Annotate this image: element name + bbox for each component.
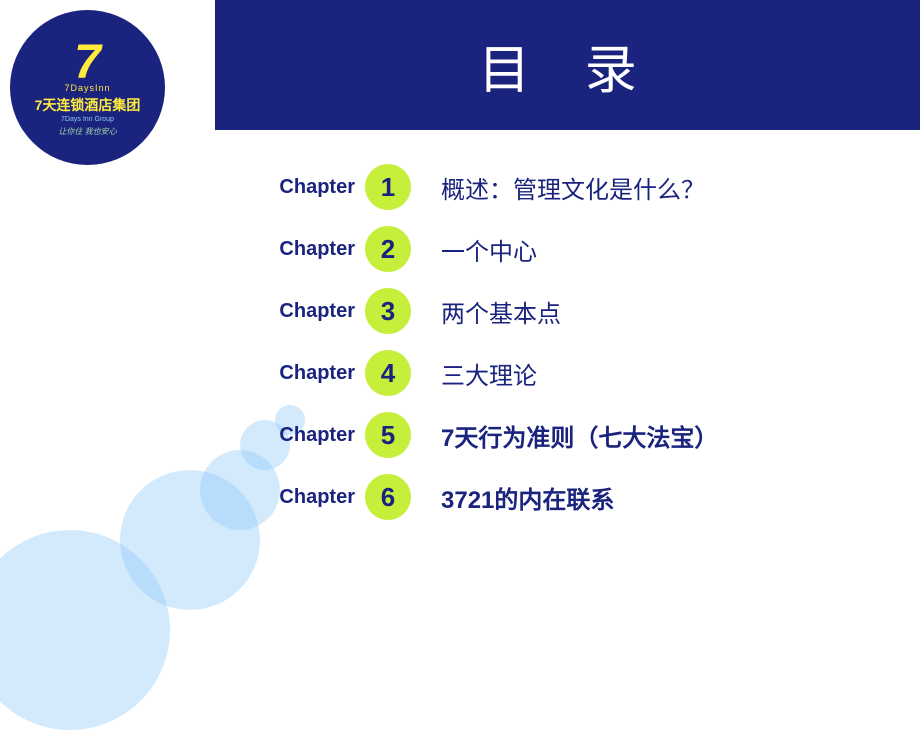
chapter-list: Chapter 1 概述：管理文化是什么？ Chapter 2 一个中心 Chapter 3两…	[255, 160, 880, 524]
chapter-text-5: 7天行为准则（七大法宝）	[441, 418, 718, 453]
logo-circle: 7 7DaysInn 7天连锁酒店集团 7Days Inn Group 让你住 …	[10, 10, 165, 165]
chapter-number-2: 2	[365, 226, 411, 272]
deco-circle-1	[0, 530, 170, 730]
chapter-text-2: 一个中心	[441, 232, 537, 267]
chapter-row-2: Chapter 2 一个中心	[255, 222, 880, 276]
chapter-number-1: 1	[365, 164, 411, 210]
chapter-number-6: 6	[365, 474, 411, 520]
chapter-row-6: Chapter 6 3721的内在联系	[255, 470, 880, 524]
logo-area: 7 7DaysInn 7天连锁酒店集团 7Days Inn Group 让你住 …	[10, 10, 170, 170]
chapter-label-1: Chapter	[255, 176, 355, 199]
header-title: 目 录	[478, 28, 656, 103]
logo-chinese-name: 7天连锁酒店集团	[35, 95, 141, 115]
chapter-row-1: Chapter 1 概述：管理文化是什么？	[255, 160, 880, 214]
chapter-text-4: 三大理论	[441, 356, 537, 391]
chapter-label-2: Chapter	[255, 238, 355, 261]
chapter-label-3: Chapter	[255, 300, 355, 323]
chapter-row-5: Chapter 5 7天行为准则（七大法宝）	[255, 408, 880, 462]
chapter-text-6: 3721的内在联系	[441, 480, 614, 515]
chapter-text-1: 概述：管理文化是什么？	[441, 170, 705, 205]
chapter-label-6: Chapter	[255, 486, 355, 509]
content-area: Chapter 1 概述：管理文化是什么？ Chapter 2 一个中心 Chapter 3两…	[215, 130, 920, 690]
chapter-label-4: Chapter	[255, 362, 355, 385]
logo-seven-number: 7	[74, 39, 101, 87]
chapter-label-5: Chapter	[255, 424, 355, 447]
chapter-row-3: Chapter 3 两个基本点	[255, 284, 880, 338]
chapter-number-3: 3	[365, 288, 411, 334]
chapter-text-3: 两个基本点	[441, 294, 561, 329]
chapter-number-5: 5	[365, 412, 411, 458]
header-banner: 目 录	[215, 0, 920, 130]
chapter-row-4: Chapter 4 三大理论	[255, 346, 880, 400]
chapter-number-4: 4	[365, 350, 411, 396]
logo-7daysin-text: 7DaysInn	[64, 83, 110, 93]
logo-english-name: 7Days Inn Group	[61, 116, 114, 123]
logo-slogan: 让你住 我也安心	[58, 126, 116, 137]
